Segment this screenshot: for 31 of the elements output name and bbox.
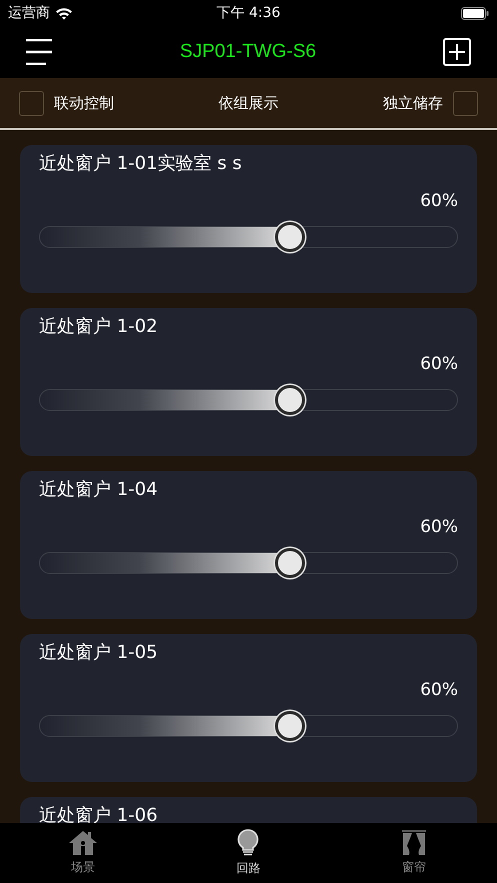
channel-name: 近处窗户 1-05 [39,641,158,664]
curtain-icon [401,830,428,856]
wifi-icon [55,6,73,20]
add-icon[interactable] [442,38,471,66]
slider-thumb[interactable] [275,385,306,415]
channel-name: 近处窗户 1-01实验室 s s [39,152,242,175]
status-time: 下午 4:36 [216,4,280,22]
slider-thumb[interactable] [275,548,306,578]
checkbox[interactable] [19,90,44,116]
menu-icon[interactable] [25,39,53,65]
tab[interactable]: 场景 [32,823,133,883]
checkbox-label: 独立储存 [383,94,443,112]
slider-thumb[interactable] [275,711,306,741]
tab[interactable]: 窗帘 [364,823,464,883]
lightbulb-icon [237,829,260,857]
battery-icon [461,6,489,20]
checkbox-label: 联动控制 [54,94,114,112]
tab[interactable]: 回路 [198,823,298,883]
level-reading: 60% [420,191,458,211]
channel-name: 近处窗户 1-06 [39,804,158,823]
level-reading: 60% [420,680,458,700]
group-view-button[interactable]: 依组展示 [214,90,282,116]
slider-thumb[interactable] [275,222,306,252]
channel-name: 近处窗户 1-04 [39,478,158,501]
house-icon [68,830,98,856]
carrier: 运营商 [8,4,50,22]
level-reading: 60% [420,354,458,374]
level-reading: 60% [420,517,458,537]
checkbox[interactable] [453,90,478,116]
device-title: SJP01-TWG-S6 [180,41,316,63]
channel-name: 近处窗户 1-02 [39,315,158,338]
